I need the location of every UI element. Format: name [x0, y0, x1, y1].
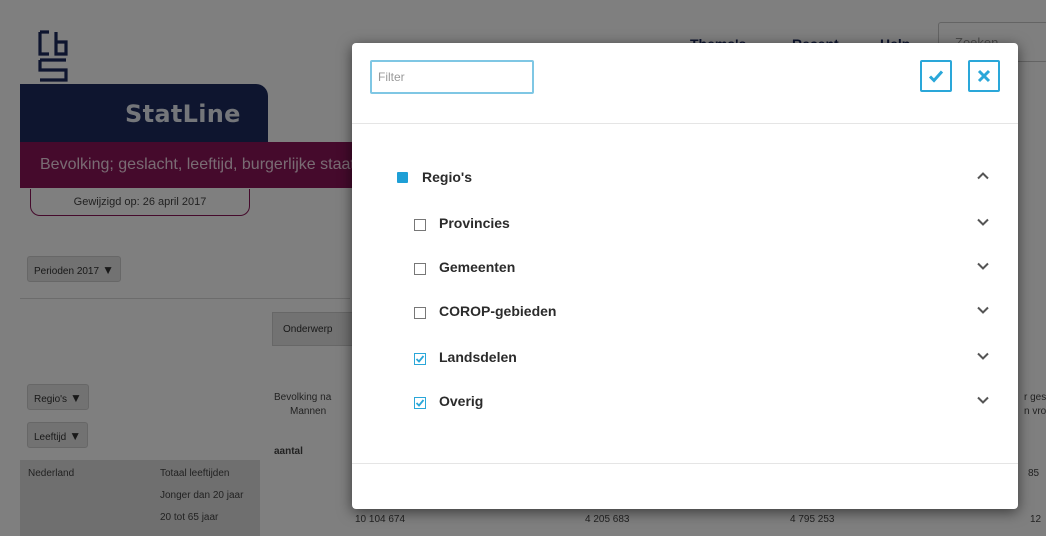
check-icon [928, 70, 944, 83]
tree-item-regios[interactable]: Regio's [352, 163, 1018, 193]
tree-item-provincies[interactable]: Provincies [352, 209, 1018, 239]
chevron-down-icon[interactable] [976, 215, 990, 229]
chevron-down-icon[interactable] [976, 303, 990, 317]
close-button[interactable] [968, 60, 1000, 92]
tree-item-label: Overig [439, 393, 484, 409]
filter-input[interactable] [370, 60, 534, 94]
chevron-down-icon[interactable] [976, 349, 990, 363]
check-icon [415, 355, 425, 363]
chevron-down-icon[interactable] [976, 259, 990, 273]
tree-item-label: COROP-gebieden [439, 303, 557, 319]
dialog-footer [352, 463, 1018, 510]
checkbox-icon[interactable] [414, 219, 426, 231]
confirm-button[interactable] [920, 60, 952, 92]
tree-item-corop-gebieden[interactable]: COROP-gebieden [352, 297, 1018, 327]
checked-checkbox-icon[interactable] [414, 397, 426, 409]
tree-item-landsdelen[interactable]: Landsdelen [352, 343, 1018, 373]
region-tree: Regio's Provincies Gemeenten COROP-gebie… [352, 123, 1018, 463]
tree-item-label: Provincies [439, 215, 510, 231]
check-icon [415, 399, 425, 407]
close-icon [977, 69, 991, 83]
filter-dialog: Regio's Provincies Gemeenten COROP-gebie… [352, 43, 1018, 509]
tree-item-label: Landsdelen [439, 349, 517, 365]
chevron-down-icon[interactable] [976, 393, 990, 407]
tree-item-gemeenten[interactable]: Gemeenten [352, 253, 1018, 283]
checkbox-icon[interactable] [414, 307, 426, 319]
chevron-up-icon[interactable] [976, 169, 990, 183]
tree-item-label: Gemeenten [439, 259, 516, 275]
checked-checkbox-icon[interactable] [414, 353, 426, 365]
dialog-header [352, 43, 1018, 124]
checkbox-icon[interactable] [414, 263, 426, 275]
tree-item-label: Regio's [422, 169, 473, 185]
partial-checkbox-icon[interactable] [397, 172, 408, 183]
tree-item-overig[interactable]: Overig [352, 387, 1018, 417]
